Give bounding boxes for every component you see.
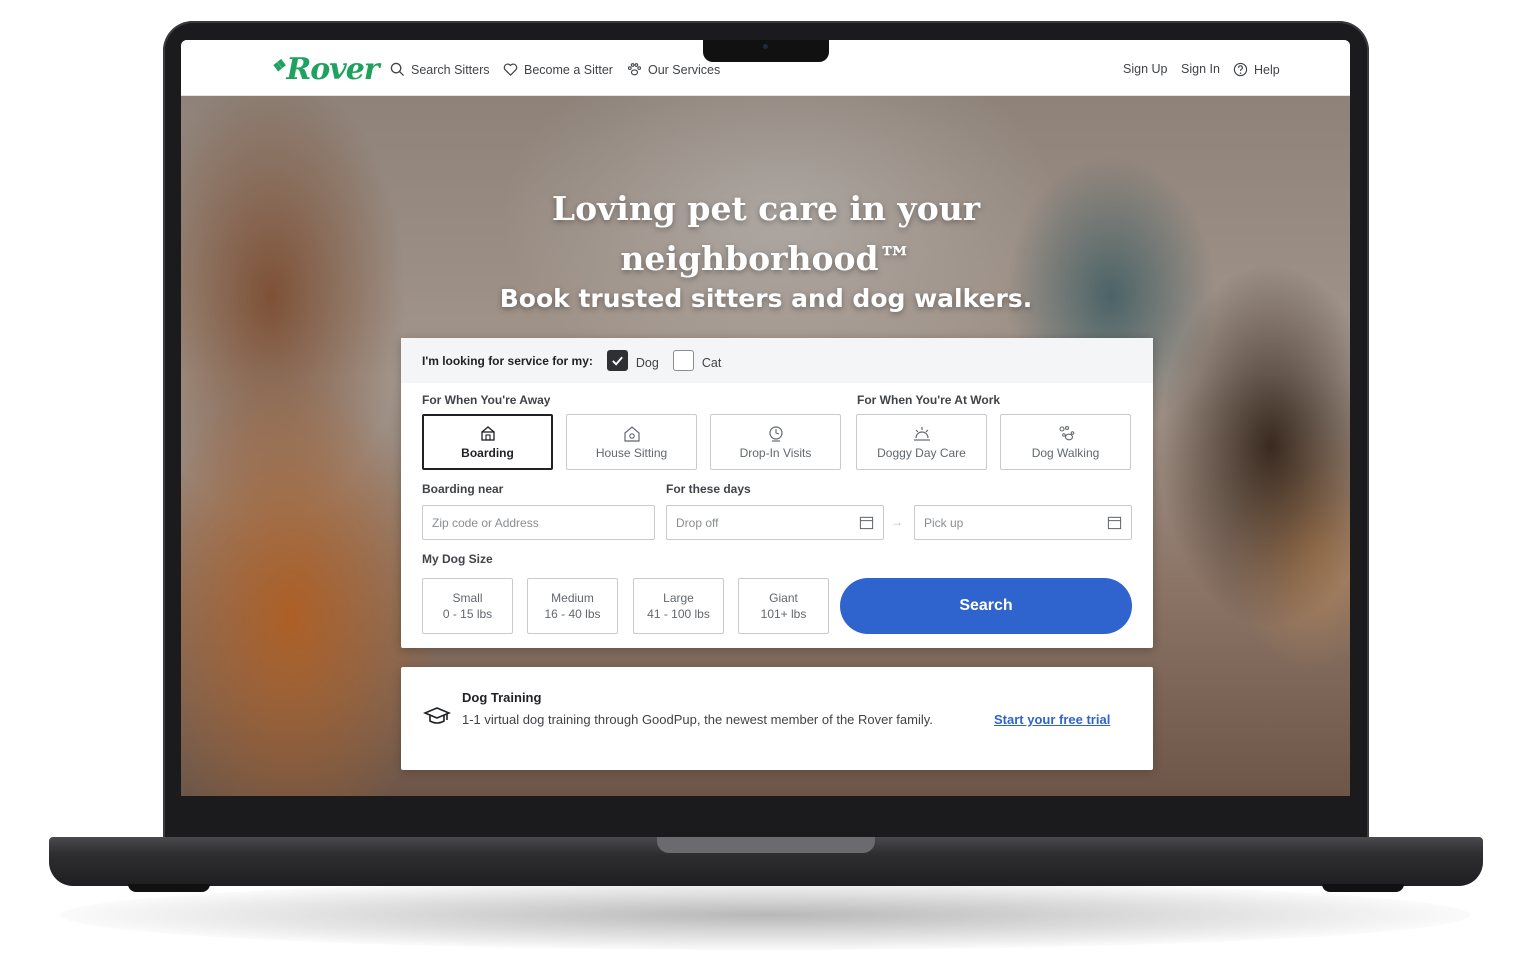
laptop-shadow <box>60 880 1470 950</box>
hero-subtitle: Book trusted sitters and dog walkers. <box>499 284 1033 313</box>
days-label: For these days <box>666 482 751 496</box>
size-large[interactable]: Large 41 - 100 lbs <box>633 578 724 634</box>
service-dog-walking-label: Dog Walking <box>1031 446 1100 460</box>
pickup-placeholder: Pick up <box>924 515 964 530</box>
camera-notch <box>703 40 829 62</box>
size-range: 101+ lbs <box>760 607 807 621</box>
promo-body: 1-1 virtual dog training through GoodPup… <box>462 712 933 727</box>
work-label: For When You're At Work <box>857 393 1001 407</box>
service-boarding-label: Boarding <box>461 446 514 460</box>
nav-help[interactable]: Help <box>1233 62 1280 77</box>
paw-icon <box>627 63 642 76</box>
sign-in-label: Sign In <box>1181 62 1220 76</box>
promo-title: Dog Training <box>462 690 542 705</box>
pet-type-label: I'm looking for service for my: <box>422 353 593 368</box>
service-house-sitting[interactable]: House Sitting <box>566 414 697 470</box>
search-button[interactable]: Search <box>840 578 1132 634</box>
nav-become-sitter-label: Become a Sitter <box>524 62 613 77</box>
size-giant[interactable]: Giant 101+ lbs <box>738 578 829 634</box>
paw-icon: ❖ <box>271 56 285 75</box>
dog-label: Dog <box>635 355 659 370</box>
nav-search-sitters[interactable]: Search Sitters <box>390 62 490 77</box>
dog-checkbox[interactable] <box>606 350 628 371</box>
help-label: Help <box>1254 62 1280 77</box>
logo-text: Rover <box>286 52 379 87</box>
checkmark-icon <box>612 356 623 366</box>
house-sitting-icon <box>623 426 640 442</box>
laptop-foot-left <box>128 884 210 892</box>
service-drop-in[interactable]: Drop-In Visits <box>710 414 841 470</box>
dropoff-placeholder: Drop off <box>676 515 719 530</box>
size-range: 0 - 15 lbs <box>442 607 493 621</box>
dog-training-promo: Dog Training 1-1 virtual dog training th… <box>401 667 1153 770</box>
dropoff-date-input[interactable]: Drop off <box>666 505 884 540</box>
service-day-care-label: Doggy Day Care <box>877 446 966 460</box>
cat-checkbox[interactable] <box>672 350 694 371</box>
cat-label: Cat <box>701 355 722 370</box>
day-care-icon <box>913 427 930 441</box>
size-name: Large <box>663 591 694 605</box>
nav-become-sitter[interactable]: Become a Sitter <box>503 62 613 77</box>
hero-title: Loving pet care in your neighborhood™ <box>551 189 981 278</box>
pet-type-row: I'm looking for service for my: Dog Cat <box>401 338 1153 383</box>
dog-size-label: My Dog Size <box>422 552 493 566</box>
calendar-icon <box>1107 516 1122 530</box>
browser-screen: ❖Rover Search Sitters Become a Sitter Ou… <box>181 40 1350 796</box>
heart-icon <box>503 63 518 76</box>
laptop-hinge <box>657 837 875 853</box>
help-icon <box>1233 62 1248 77</box>
boarding-icon <box>480 426 495 441</box>
size-name: Small <box>452 591 483 605</box>
address-placeholder: Zip code or Address <box>432 515 539 530</box>
size-range: 16 - 40 lbs <box>544 607 601 621</box>
boarding-near-label: Boarding near <box>422 482 504 496</box>
date-range-arrow-icon: → <box>891 515 903 529</box>
nav-sign-up[interactable]: Sign Up <box>1123 62 1167 76</box>
sign-up-label: Sign Up <box>1123 62 1168 76</box>
nav-search-sitters-label: Search Sitters <box>411 62 490 77</box>
nav-our-services-label: Our Services <box>648 62 721 77</box>
address-input[interactable]: Zip code or Address <box>422 505 655 540</box>
free-trial-link[interactable]: Start your free trial <box>994 712 1110 727</box>
camera-icon <box>763 44 768 49</box>
service-dog-walking[interactable]: Dog Walking <box>1000 414 1131 470</box>
size-small[interactable]: Small 0 - 15 lbs <box>422 578 513 634</box>
pickup-date-input[interactable]: Pick up <box>914 505 1132 540</box>
nav-sign-in[interactable]: Sign In <box>1181 62 1220 76</box>
size-name: Medium <box>551 591 594 605</box>
size-name: Giant <box>769 591 798 605</box>
service-boarding[interactable]: Boarding <box>422 414 553 470</box>
size-range: 41 - 100 lbs <box>647 607 710 621</box>
calendar-icon <box>859 516 874 530</box>
service-house-sitting-label: House Sitting <box>595 446 668 460</box>
search-icon <box>390 62 405 77</box>
search-card: I'm looking for service for my: Dog Cat … <box>401 338 1153 648</box>
nav-our-services[interactable]: Our Services <box>627 62 720 77</box>
laptop-foot-right <box>1322 884 1404 892</box>
rover-logo[interactable]: ❖Rover <box>271 52 380 87</box>
service-drop-in-label: Drop-In Visits <box>739 446 812 460</box>
graduation-cap-icon <box>423 707 451 724</box>
service-day-care[interactable]: Doggy Day Care <box>856 414 987 470</box>
hero-banner: Loving pet care in your neighborhood™ Bo… <box>181 96 1350 796</box>
size-medium[interactable]: Medium 16 - 40 lbs <box>527 578 618 634</box>
drop-in-icon <box>768 426 783 442</box>
dog-walking-icon <box>1058 425 1074 441</box>
away-label: For When You're Away <box>422 393 551 407</box>
